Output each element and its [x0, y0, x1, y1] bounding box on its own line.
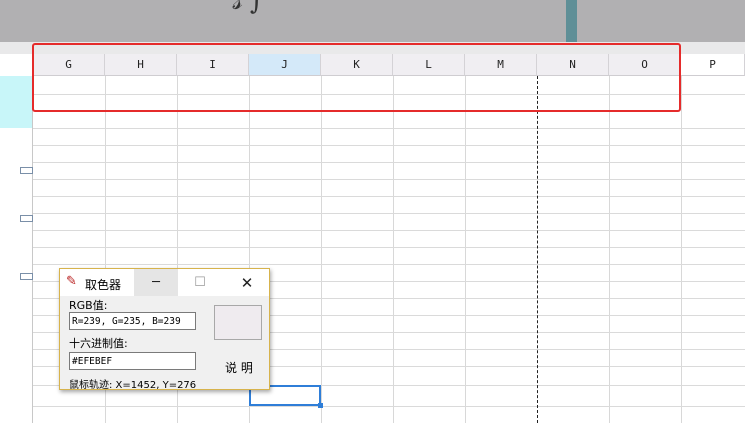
color-swatch	[214, 305, 262, 340]
toolbar-accent-bar	[566, 0, 577, 42]
grid-line	[33, 213, 745, 214]
window-title: 取色器	[85, 278, 122, 292]
rgb-value-field[interactable]: R=239, G=235, B=239	[69, 312, 196, 330]
close-button[interactable]: ✕	[225, 269, 269, 296]
color-picker-window[interactable]: ✎ 取色器 ─ ☐ ✕ RGB值: R=239, G=235, B=239 十六…	[59, 268, 270, 391]
rgb-label: RGB值:	[69, 299, 108, 312]
hex-label: 十六进制值:	[69, 337, 128, 350]
grid-line	[33, 128, 745, 129]
maximize-button[interactable]: ☐	[178, 269, 222, 296]
hex-value-field[interactable]: #EFEBEF	[69, 352, 196, 370]
mouse-position-readout: 鼠标轨迹: X=1452, Y=276	[69, 380, 197, 391]
minimize-button[interactable]: ─	[134, 269, 178, 296]
maximize-icon: ☐	[194, 275, 206, 290]
grid-line	[33, 145, 745, 146]
close-icon: ✕	[240, 273, 254, 292]
help-button[interactable]: 说 明	[225, 359, 253, 376]
grid-line	[33, 264, 745, 265]
grid-line	[33, 179, 745, 180]
color-picker-titlebar[interactable]: ✎ 取色器 ─ ☐ ✕	[60, 269, 269, 296]
grid-line	[33, 230, 745, 231]
highlight-annotation-box	[32, 43, 681, 112]
minimize-icon: ─	[152, 275, 160, 290]
pen-icon: ✎	[66, 274, 77, 289]
grid-line	[33, 247, 745, 248]
corner-header[interactable]	[0, 54, 33, 76]
group-collapse-button[interactable]	[20, 273, 33, 280]
column-header-p[interactable]: P	[681, 54, 745, 76]
group-collapse-button[interactable]	[20, 167, 33, 174]
group-collapse-button[interactable]	[20, 215, 33, 222]
grid-line	[33, 406, 745, 407]
row-header-selected[interactable]	[0, 76, 33, 128]
grid-line	[33, 162, 745, 163]
page-break-line	[537, 76, 538, 423]
toolbar-graphic: 𝓈 ∫	[232, 0, 264, 16]
top-toolbar-band: 𝓈 ∫	[0, 0, 745, 42]
grid-line	[33, 196, 745, 197]
